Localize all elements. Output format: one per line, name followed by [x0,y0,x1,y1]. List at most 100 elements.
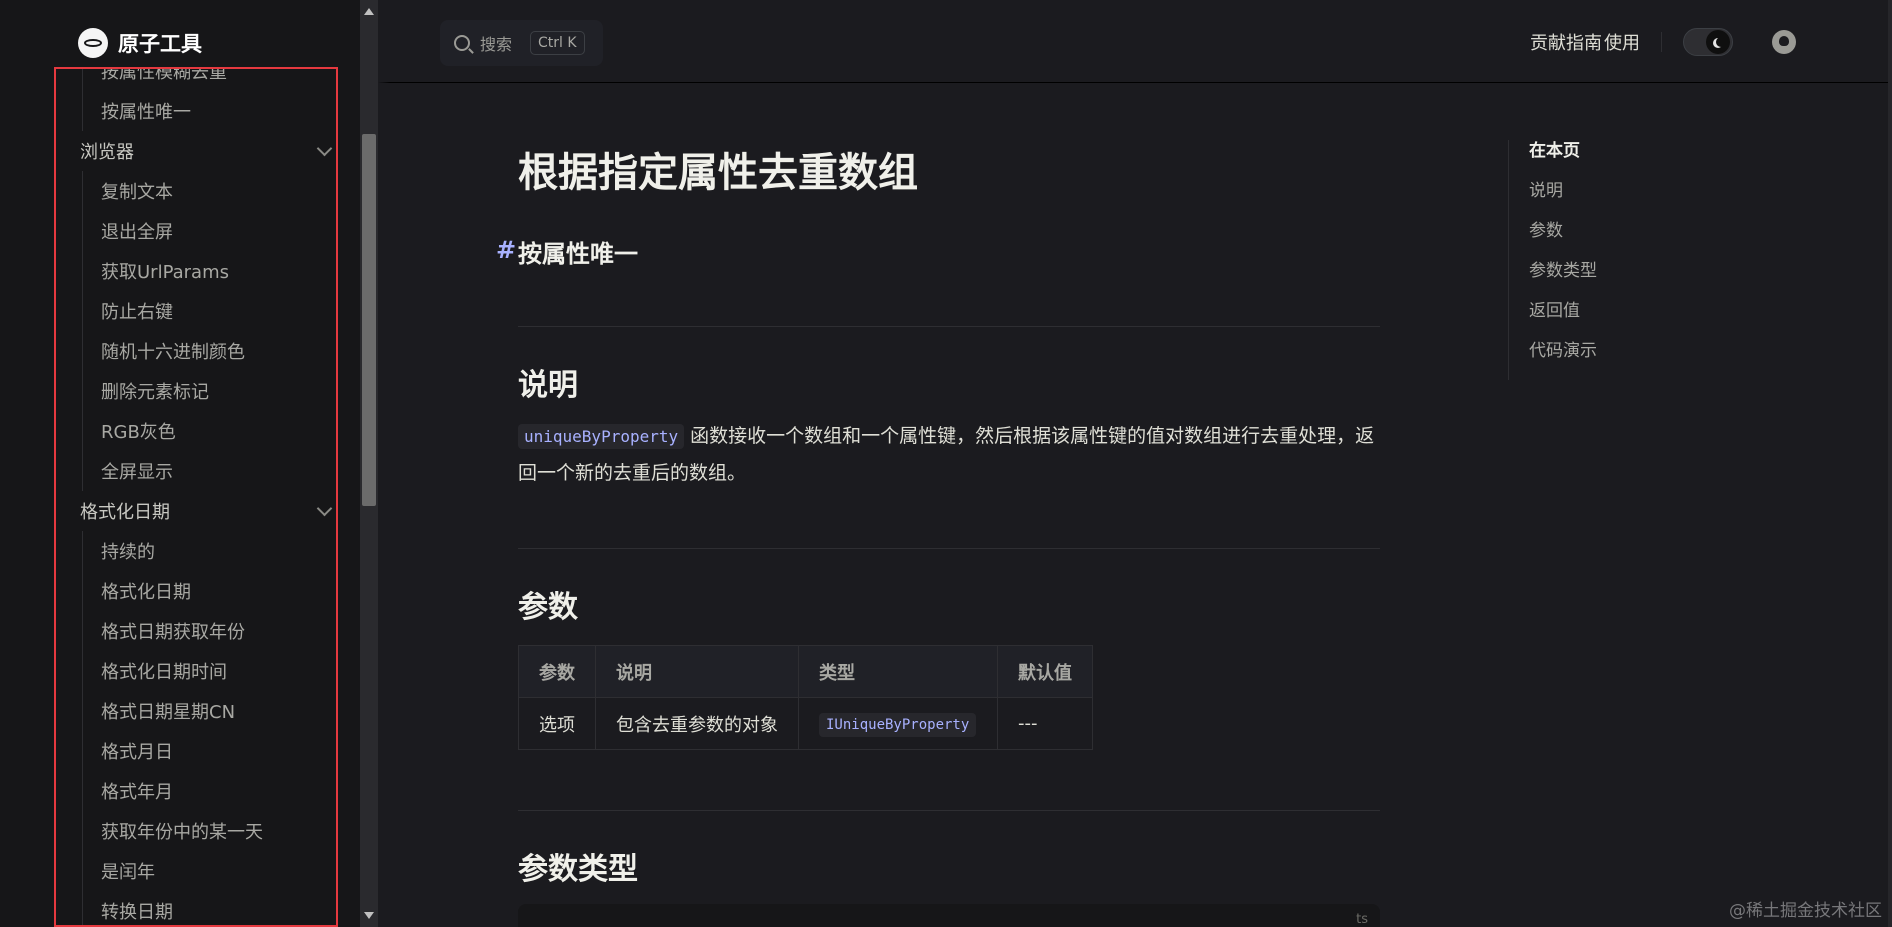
subtitle: 按属性唯一 [518,240,638,268]
section-heading-params: 参数 [518,590,578,625]
table-row: 选项 包含去重参数的对象 IUniqueByProperty --- [518,697,1093,750]
sidebar-nav-list: 按属性模糊去重按属性唯一浏览器复制文本退出全屏获取UrlParams 防止右键随机… [56,67,336,925]
sidebar-item-label: 复制文本 [101,182,173,203]
scroll-thumb[interactable] [362,134,376,506]
inline-code: uniqueByProperty [518,424,685,449]
sidebar-item[interactable]: 按属性模糊去重 [82,67,336,91]
sidebar-item-label: 持续的 [101,542,155,563]
outline-item-params[interactable]: 参数 [1529,220,1708,260]
sidebar-item-label: 转换日期 [101,902,173,923]
sidebar-item-label: 格式化日期 [101,582,191,603]
sidebar-item-label: 全屏显示 [101,462,173,483]
divider [518,326,1380,327]
sidebar-item[interactable]: 复制文本 [82,171,336,211]
sidebar-item-label: 删除元素标记 [101,382,209,403]
code-block: ts [518,904,1380,927]
sidebar-item-label: 随机十六进制颜色 [101,342,245,363]
outline-title: 在本页 [1529,141,1580,161]
table-header-cell: 说明 [595,645,799,698]
sidebar-item[interactable]: 转换日期 [82,891,336,925]
params-table: 参数 说明 类型 默认值 选项 包含去重参数的对象 IUniqueByPrope… [518,645,1093,750]
sidebar-item[interactable]: 持续的 [82,531,336,571]
table-cell-param: 选项 [518,697,596,750]
page-outline: 在本页 说明 参数 参数类型 返回值 代码演示 [1508,140,1708,380]
sidebar-item[interactable]: 格式月日 [82,731,336,771]
table-cell-desc: 包含去重参数的对象 [595,697,799,750]
navbar-divider [1661,32,1662,52]
sidebar-item[interactable]: 格式化日期时间 [82,651,336,691]
sidebar-item-label: 格式化日期时间 [101,662,227,683]
sidebar-scrollbar[interactable] [360,0,378,927]
sidebar-item[interactable]: 退出全屏 [82,211,336,251]
scroll-up-icon[interactable] [364,8,374,15]
sidebar-item-label: 格式年月 [101,782,173,803]
outline-item-return[interactable]: 返回值 [1529,300,1708,340]
sidebar-item-label: 格式日期星期CN [101,702,236,723]
table-header-cell: 类型 [798,645,998,698]
chevron-down-icon[interactable] [316,140,333,156]
search-icon [454,35,470,51]
outline-item-description[interactable]: 说明 [1529,180,1708,220]
sidebar-item-label: 浏览器 [80,142,134,163]
nav-link-contribute[interactable]: 贡献指南 [1530,29,1602,55]
divider [518,548,1380,549]
sidebar-item-label: 按属性唯一 [101,102,191,123]
sidebar-item-label: 格式日期获取年份 [101,622,245,643]
sidebar-item-label: 防止右键 [101,302,173,323]
sidebar-item-label: 是闰年 [101,862,155,883]
type-code: IUniqueByProperty [819,713,977,737]
table-header-cell: 默认值 [997,645,1093,698]
brand[interactable]: 原子工具 [78,26,202,60]
page-title: 根据指定属性去重数组 [518,150,918,196]
section-heading-description: 说明 [518,368,578,403]
description-paragraph: uniqueByProperty 函数接收一个数组和一个属性键，然后根据该属性键… [518,418,1378,491]
sidebar-item[interactable]: 格式日期获取年份 [82,611,336,651]
watermark: @稀土掘金技术社区 [1729,901,1882,921]
sidebar-item[interactable]: RGB灰色 [82,411,336,451]
code-lang-label: ts [1356,912,1368,927]
sidebar-item-label: 获取年份中的某一天 [101,822,263,843]
sidebar-item-label: RGB灰色 [101,422,176,443]
search-label: 搜索 [480,35,513,54]
sidebar-item[interactable]: 获取UrlParams [82,251,336,291]
main-content: 根据指定属性去重数组 # 按属性唯一 说明 uniqueByProperty 函… [496,0,1380,927]
anchor-hash-link[interactable]: # [496,236,516,264]
sidebar-item[interactable]: 删除元素标记 [82,371,336,411]
table-header-cell: 参数 [518,645,596,698]
chevron-down-icon[interactable] [316,500,333,516]
sidebar-item[interactable]: 获取年份中的某一天 [82,811,336,851]
sidebar-item[interactable]: 是闰年 [82,851,336,891]
sidebar-item[interactable]: 格式年月 [82,771,336,811]
sidebar-item-label: 格式月日 [101,742,173,763]
scroll-down-icon[interactable] [364,912,374,919]
sidebar-item[interactable]: 按属性唯一 [82,91,336,131]
sidebar-item-label: 按属性模糊去重 [101,67,227,83]
sidebar-group[interactable]: 格式化日期 [56,491,336,531]
table-cell-default: --- [997,697,1093,750]
window-edge [1888,0,1892,927]
theme-toggle[interactable] [1683,28,1733,56]
sidebar-item-label: 获取UrlParams [101,262,229,283]
github-icon[interactable] [1772,30,1796,54]
table-header-row: 参数 说明 类型 默认值 [518,645,1093,698]
sidebar-item-label: 格式化日期 [80,502,170,523]
brand-name: 原子工具 [118,32,202,56]
divider [518,810,1380,811]
sidebar-nav-highlight: 按属性模糊去重按属性唯一浏览器复制文本退出全屏获取UrlParams 防止右键随机… [54,67,338,927]
sidebar-group[interactable]: 浏览器 [56,131,336,171]
sidebar-item[interactable]: 全屏显示 [82,451,336,491]
toggle-knob [1706,30,1730,54]
sidebar-item[interactable]: 防止右键 [82,291,336,331]
sidebar-item[interactable]: 格式化日期 [82,571,336,611]
table-cell-type: IUniqueByProperty [798,697,998,750]
sidebar: 原子工具 按属性模糊去重按属性唯一浏览器复制文本退出全屏获取UrlParams 防… [0,0,360,927]
sidebar-item[interactable]: 格式日期星期CN [82,691,336,731]
sidebar-item-label: 退出全屏 [101,222,173,243]
sidebar-item[interactable]: 随机十六进制颜色 [82,331,336,371]
moon-icon [1716,37,1726,47]
outline-item-param-types[interactable]: 参数类型 [1529,260,1708,300]
section-heading-param-types: 参数类型 [518,852,638,887]
brand-logo-icon [78,28,108,58]
outline-item-demo[interactable]: 代码演示 [1529,340,1708,380]
nav-link-usage[interactable]: 使用 [1604,29,1640,55]
